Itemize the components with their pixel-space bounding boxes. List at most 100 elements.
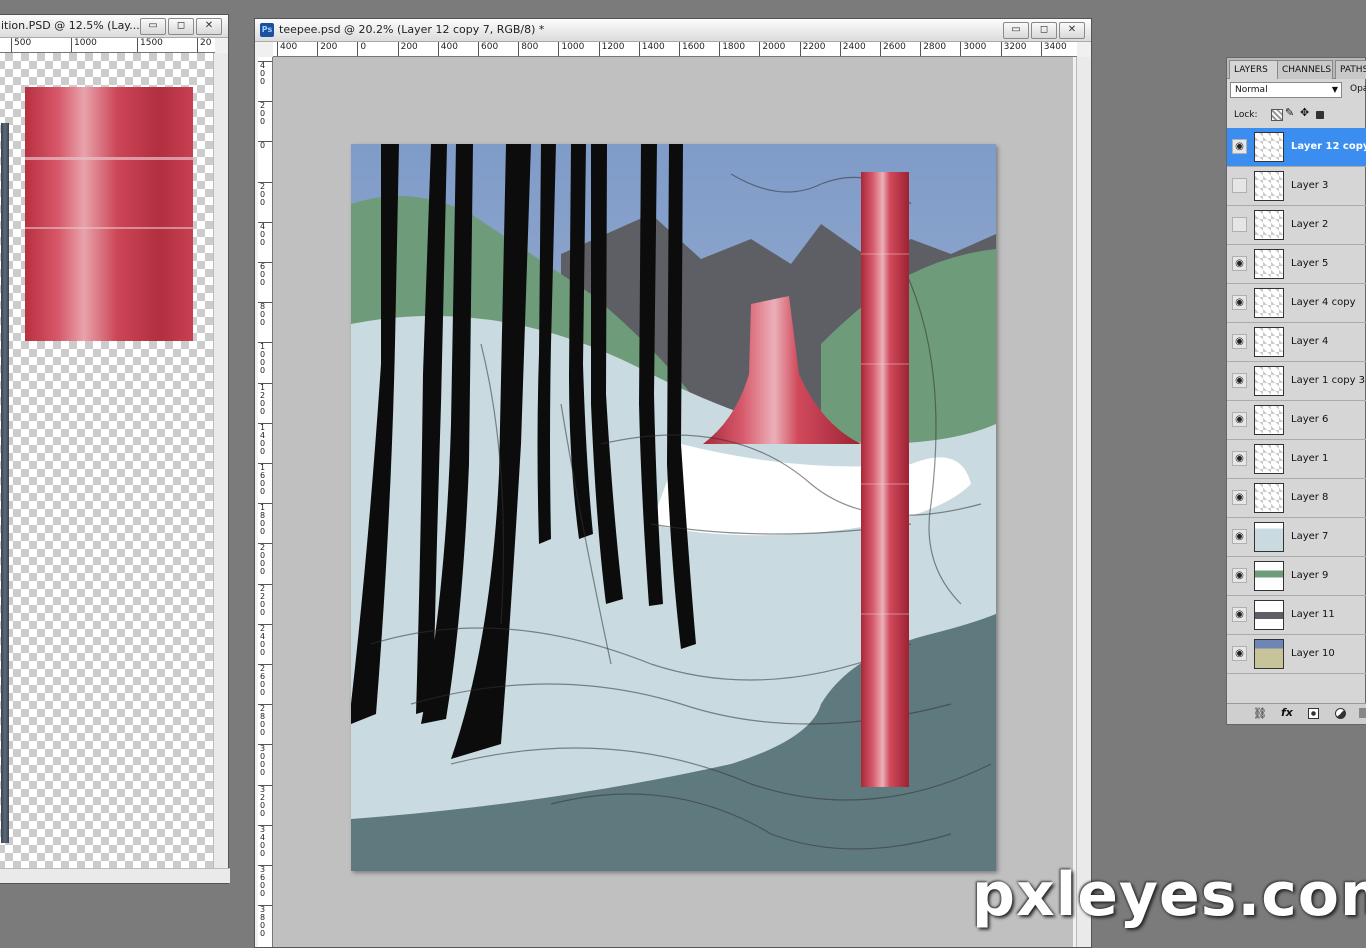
eye-icon[interactable]: ◉ xyxy=(1232,490,1247,505)
layer-thumbnail xyxy=(1254,483,1284,513)
layer-thumbnail xyxy=(1254,288,1284,318)
ruler-label: 1000 xyxy=(71,38,97,52)
layer-row[interactable]: ◉ Layer 8 xyxy=(1227,479,1366,518)
eye-icon[interactable]: ◉ xyxy=(1232,529,1247,544)
visibility-off-box[interactable] xyxy=(1232,217,1247,232)
maximize-button[interactable]: ◻ xyxy=(1031,22,1057,39)
layer-name: Layer 4 copy xyxy=(1291,297,1356,308)
layer-row[interactable]: ◉ Layer 11 xyxy=(1227,596,1366,635)
layer-list[interactable]: ◉ Layer 12 copy Layer 3 Layer 2 ◉ Layer 5 ◉ Lay… xyxy=(1227,128,1366,674)
layer-row[interactable]: ◉ Layer 4 xyxy=(1227,323,1366,362)
eye-icon[interactable]: ◉ xyxy=(1232,646,1247,661)
left-horizontal-ruler[interactable]: 500 1000 1500 20 xyxy=(0,38,215,53)
tab-channels[interactable]: CHANNELS xyxy=(1277,60,1333,79)
mask-icon[interactable] xyxy=(1308,708,1319,719)
layer-thumbnail xyxy=(1254,132,1284,162)
ruler-label: 3200 xyxy=(1000,42,1027,56)
layer-row[interactable]: Layer 3 xyxy=(1227,167,1366,206)
pillar-strip-left xyxy=(1,123,9,843)
eye-icon[interactable]: ◉ xyxy=(1232,451,1247,466)
ruler-label: 200 xyxy=(258,101,272,126)
close-button[interactable]: ✕ xyxy=(1059,22,1085,39)
layer-row[interactable]: ◉ Layer 9 xyxy=(1227,557,1366,596)
ruler-label: 2000 xyxy=(258,543,272,576)
lock-brush-icon[interactable]: ✎ xyxy=(1285,106,1294,119)
layer-thumbnail xyxy=(1254,405,1284,435)
layer-row[interactable]: Layer 2 xyxy=(1227,206,1366,245)
layer-name: Layer 12 copy xyxy=(1291,141,1366,152)
close-button[interactable]: ✕ xyxy=(196,18,222,35)
ruler-label: 1000 xyxy=(558,42,584,56)
layer-row[interactable]: ◉ Layer 4 copy xyxy=(1227,284,1366,323)
left-window-titlebar[interactable]: ition.PSD @ 12.5% (Lay... ▭ ◻ ✕ xyxy=(0,15,228,38)
ruler-label: 3000 xyxy=(960,42,986,56)
layer-row[interactable]: ◉ Layer 12 copy xyxy=(1227,128,1366,167)
layer-thumbnail xyxy=(1254,171,1284,201)
ruler-label: 400 xyxy=(277,42,297,56)
layer-row[interactable]: ◉ Layer 6 xyxy=(1227,401,1366,440)
lock-move-icon[interactable]: ✥ xyxy=(1300,106,1309,119)
ruler-label: 600 xyxy=(258,262,272,287)
maximize-button[interactable]: ◻ xyxy=(168,18,194,35)
eye-icon[interactable]: ◉ xyxy=(1232,256,1247,271)
layer-thumbnail xyxy=(1254,210,1284,240)
lock-icon[interactable] xyxy=(1316,111,1324,119)
lock-transparency-icon[interactable] xyxy=(1271,109,1283,121)
layer-row[interactable]: ◉ Layer 5 xyxy=(1227,245,1366,284)
eye-icon[interactable]: ◉ xyxy=(1232,568,1247,583)
layer-row[interactable]: ◉ Layer 1 xyxy=(1227,440,1366,479)
layers-panel[interactable]: LAYERS CHANNELS PATHS Normal ▼ Opa Lock:… xyxy=(1226,57,1366,725)
eye-icon[interactable]: ◉ xyxy=(1232,334,1247,349)
layer-thumbnail xyxy=(1254,522,1284,552)
layer-name: Layer 9 xyxy=(1291,570,1329,581)
eye-icon[interactable]: ◉ xyxy=(1232,607,1247,622)
left-horizontal-scrollbar[interactable] xyxy=(0,868,230,883)
layer-name: Layer 3 xyxy=(1291,180,1329,191)
opacity-label: Opa xyxy=(1350,84,1366,94)
ruler-label: 2800 xyxy=(258,704,272,737)
chevron-down-icon: ▼ xyxy=(1331,85,1338,94)
pillar xyxy=(861,172,909,787)
adjustment-icon[interactable] xyxy=(1335,708,1346,719)
layer-row[interactable]: ◉ Layer 1 copy 3 xyxy=(1227,362,1366,401)
ruler-label: 1400 xyxy=(258,422,272,456)
main-document-window[interactable]: Ps teepee.psd @ 20.2% (Layer 12 copy 7, … xyxy=(254,18,1092,948)
ruler-label: 3400 xyxy=(258,824,272,858)
layer-row[interactable]: ◉ Layer 7 xyxy=(1227,518,1366,557)
ps-app-icon: Ps xyxy=(260,23,274,37)
minimize-button[interactable]: ▭ xyxy=(140,18,166,35)
ruler-label: 1200 xyxy=(598,42,625,56)
main-horizontal-ruler[interactable]: 400 200 0 200 400 600 800 1000 1200 1400 1600 1800 2… xyxy=(273,42,1077,57)
link-icon[interactable]: ⛓ xyxy=(1253,707,1267,720)
left-vertical-scrollbar[interactable] xyxy=(213,53,228,871)
ruler-label: 0 xyxy=(357,42,366,56)
layer-row[interactable]: ◉ Layer 10 xyxy=(1227,635,1366,674)
ruler-label: 0 xyxy=(258,141,272,150)
fx-icon[interactable]: fx xyxy=(1281,706,1293,719)
tab-paths[interactable]: PATHS xyxy=(1335,60,1366,79)
left-document-window[interactable]: ition.PSD @ 12.5% (Lay... ▭ ◻ ✕ 500 1000… xyxy=(0,14,230,884)
tab-layers[interactable]: LAYERS xyxy=(1229,60,1283,79)
ruler-label: 1600 xyxy=(679,42,705,56)
visibility-off-box[interactable] xyxy=(1232,178,1247,193)
layer-thumbnail xyxy=(1254,639,1284,669)
teepee-artwork[interactable] xyxy=(351,144,996,871)
layer-name: Layer 6 xyxy=(1291,414,1329,425)
ruler-label: 800 xyxy=(518,42,538,56)
ruler-label: 1600 xyxy=(258,463,272,496)
main-vertical-scrollbar[interactable] xyxy=(1076,57,1091,947)
pasteboard[interactable] xyxy=(273,57,1073,947)
layer-name: Layer 11 xyxy=(1291,609,1335,620)
main-vertical-ruler[interactable]: 400 200 0 200 400 600 800 1000 1200 1400 1600 1800 2… xyxy=(258,57,273,947)
eye-icon[interactable]: ◉ xyxy=(1232,373,1247,388)
ruler-label: 3200 xyxy=(258,784,272,818)
blend-mode-select[interactable]: Normal ▼ xyxy=(1230,82,1342,98)
group-icon[interactable] xyxy=(1359,708,1366,718)
minimize-button[interactable]: ▭ xyxy=(1003,22,1029,39)
eye-icon[interactable]: ◉ xyxy=(1232,412,1247,427)
left-canvas[interactable] xyxy=(0,53,215,871)
ruler-label: 800 xyxy=(258,302,272,327)
eye-icon[interactable]: ◉ xyxy=(1232,295,1247,310)
eye-icon[interactable]: ◉ xyxy=(1232,139,1247,154)
main-window-titlebar[interactable]: Ps teepee.psd @ 20.2% (Layer 12 copy 7, … xyxy=(255,19,1091,42)
